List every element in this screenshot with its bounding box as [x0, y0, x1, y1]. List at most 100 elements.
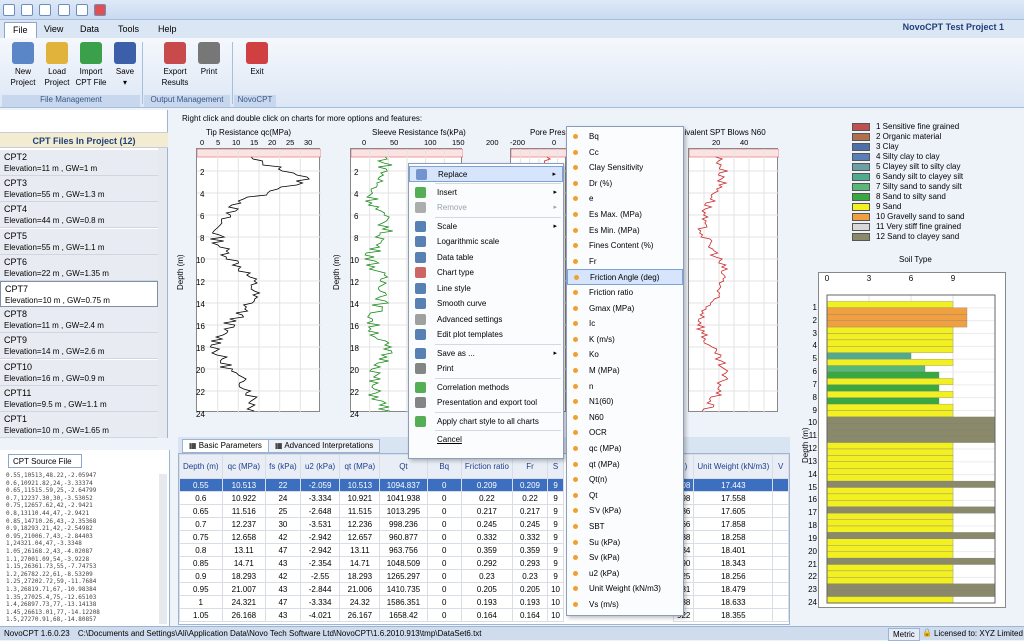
context-menu-item[interactable]: Cancel — [409, 432, 563, 448]
quick-help-icon[interactable] — [75, 4, 88, 16]
tab-cpt-source-file[interactable]: CPT Source File — [8, 454, 82, 468]
context-menu-item[interactable]: Smooth curve — [409, 296, 563, 312]
column-header[interactable]: u2 (kPa) — [299, 454, 341, 479]
cpt-profile-plot[interactable] — [196, 148, 322, 413]
submenu-item[interactable]: Fines Content (%) — [567, 238, 683, 254]
tab-basic-parameters[interactable]: ▦ Basic Parameters — [182, 439, 269, 453]
submenu-item[interactable]: e — [567, 191, 683, 207]
ribbon-button-export[interactable]: Export Results — [158, 42, 192, 88]
submenu-item[interactable]: N1(60) — [567, 394, 683, 410]
quick-exit-icon[interactable] — [94, 4, 107, 16]
context-menu-item[interactable]: Line style — [409, 281, 563, 297]
table-row[interactable]: 0.85 14.71 43 -2.354 14.71 1048.509 0 0.292 0.29… — [179, 556, 789, 570]
table-row[interactable]: 1.05 26.168 43 -4.021 26.167 1658.42 0 0.164 0.1… — [179, 608, 789, 622]
submenu-item[interactable]: Friction ratio — [567, 285, 683, 301]
table-row[interactable]: 0.75 12.658 42 -2.942 12.657 960.877 0 0.332 0.3… — [179, 530, 789, 544]
submenu-item[interactable]: Vs (m/s) — [567, 597, 683, 613]
column-header[interactable]: qt (MPa) — [339, 454, 381, 479]
table-row[interactable]: 0.95 21.007 43 -2.844 21.006 1410.735 0 0.205 0.… — [179, 582, 789, 596]
submenu-item[interactable]: Friction Angle (deg) — [567, 269, 683, 285]
cpt-list-item[interactable]: CPT7 Elevation=10 m , GW=0.75 m — [0, 281, 158, 307]
cpt-list-item[interactable]: CPT11 Elevation=9.5 m , GW=1.1 m — [0, 385, 158, 412]
submenu-item[interactable]: Dr (%) — [567, 176, 683, 192]
cpt-list-item[interactable]: CPT6 Elevation=22 m , GW=1.35 m — [0, 254, 158, 281]
context-menu-item[interactable]: Data table — [409, 250, 563, 266]
menu-help[interactable]: Help — [150, 22, 185, 38]
quick-new-icon[interactable] — [21, 4, 34, 16]
submenu-item[interactable]: Unit Weight (kN/m3) — [567, 581, 683, 597]
context-menu-item[interactable]: Insert ▸ — [409, 185, 563, 201]
table-row[interactable]: 0.8 13.11 47 -2.942 13.11 963.756 0 0.359 0.359 9… — [179, 543, 789, 557]
context-menu-item[interactable]: Replace ▸ — [409, 166, 563, 182]
submenu-item[interactable]: Qt(n) — [567, 472, 683, 488]
table-row[interactable]: 0.65 11.516 25 -2.648 11.515 1013.295 0 0.217 0.… — [179, 504, 789, 518]
submenu-item[interactable]: S'v (kPa) — [567, 503, 683, 519]
tab-advanced-interpretations[interactable]: ▦ Advanced Interpretations — [268, 439, 381, 453]
soil-type-chart[interactable]: 0369 Soil Type 1 2 3 4 5 6 7 8 9 10 11 12 13 14 15 16 17 1… — [801, 255, 1006, 608]
menu-data[interactable]: Data — [72, 22, 107, 38]
table-row[interactable]: 0.55 10.513 22 -2.059 10.513 1094.837 0 0.209 0.… — [179, 478, 789, 492]
ribbon-button-print[interactable]: Print — [192, 42, 226, 77]
context-menu-item[interactable]: Save as ... ▸ — [409, 346, 563, 362]
column-header[interactable]: V — [772, 454, 789, 479]
submenu-item[interactable]: Qt — [567, 488, 683, 504]
cpt-list-item[interactable]: CPT2 Elevation=11 m , GW=1 m — [0, 150, 158, 176]
submenu-item[interactable]: u2 (kPa) — [567, 566, 683, 582]
ribbon-button-import[interactable]: Import CPT File — [74, 42, 108, 88]
quick-save-icon[interactable] — [39, 4, 52, 16]
cpt-list-item[interactable]: CPT3 Elevation=55 m , GW=1.3 m — [0, 176, 158, 203]
cpt-list-scrollbar[interactable] — [158, 148, 167, 438]
cpt-list-item[interactable]: CPT5 Elevation=55 m , GW=1.1 m — [0, 228, 158, 255]
submenu-item[interactable]: Es Max. (MPa) — [567, 207, 683, 223]
menu-file[interactable]: File — [4, 22, 37, 38]
submenu-item[interactable]: n — [567, 379, 683, 395]
quick-print-icon[interactable] — [57, 4, 70, 16]
cpt-list-item[interactable]: CPT4 Elevation=44 m , GW=0.8 m — [0, 202, 158, 229]
cpt-list-item[interactable]: CPT8 Elevation=11 m , GW=2.4 m — [0, 307, 158, 334]
status-units[interactable]: Metric — [888, 628, 920, 641]
column-header[interactable]: qc (MPa) — [221, 454, 267, 479]
context-menu-item[interactable]: Edit plot templates — [409, 327, 563, 343]
submenu-item[interactable]: Fr — [567, 254, 683, 270]
submenu-item[interactable]: Clay Sensitivity — [567, 160, 683, 176]
menu-view[interactable]: View — [36, 22, 71, 38]
column-header[interactable]: Depth (m) — [179, 454, 223, 479]
table-row[interactable]: 0.9 18.293 42 -2.55 18.293 1265.297 0 0.23 0.23 9… — [179, 569, 789, 583]
column-header[interactable]: Unit Weight (kN/m3) — [693, 454, 774, 479]
submenu-item[interactable]: M (MPa) — [567, 363, 683, 379]
cpt-profile-plot[interactable] — [688, 148, 780, 413]
ribbon-button-save[interactable]: Save ▾ — [108, 42, 142, 88]
submenu-item[interactable]: Cc — [567, 145, 683, 161]
submenu-item[interactable]: Sv (kPa) — [567, 550, 683, 566]
submenu-item[interactable]: N60 — [567, 410, 683, 426]
submenu-item[interactable]: Ic — [567, 316, 683, 332]
table-row[interactable]: 1 24.321 47 -3.334 24.32 1586.351 0 0.193 0.193 1… — [179, 595, 789, 609]
column-header[interactable]: fs (kPa) — [265, 454, 301, 479]
cpt-list-item[interactable]: CPT10 Elevation=16 m , GW=0.9 m — [0, 359, 158, 386]
table-row[interactable]: 0.7 12.237 30 -3.531 12.236 998.236 0 0.245 0.24… — [179, 517, 789, 531]
context-menu-item[interactable]: Print — [409, 361, 563, 377]
submenu-item[interactable]: Su (kPa) — [567, 535, 683, 551]
submenu-item[interactable]: OCR — [567, 425, 683, 441]
submenu-item[interactable]: qc (MPa) — [567, 441, 683, 457]
cpt-list-item[interactable]: CPT1 Elevation=10 m , GW=1.65 m — [0, 412, 158, 438]
context-menu-item[interactable]: Advanced settings — [409, 312, 563, 328]
ribbon-button-load[interactable]: Load Project — [40, 42, 74, 88]
cpt-list-item[interactable]: CPT9 Elevation=14 m , GW=2.6 m — [0, 333, 158, 360]
menu-tools[interactable]: Tools — [110, 22, 147, 38]
context-menu-item[interactable]: Correlation methods — [409, 380, 563, 396]
submenu-item[interactable]: Es Min. (MPa) — [567, 223, 683, 239]
submenu-item[interactable]: qt (MPa) — [567, 457, 683, 473]
context-menu-item[interactable]: Scale ▸ — [409, 219, 563, 235]
context-menu-item[interactable]: Chart type — [409, 265, 563, 281]
context-menu-item[interactable]: Apply chart style to all charts — [409, 414, 563, 430]
table-row[interactable]: 0.6 10.922 24 -3.334 10.921 1041.938 0 0.22 0.22… — [179, 491, 789, 505]
source-scrollbar[interactable] — [159, 474, 167, 624]
context-menu-item[interactable]: Presentation and export tool — [409, 395, 563, 411]
ribbon-button-exit[interactable]: Exit — [240, 42, 274, 77]
submenu-item[interactable]: Ko — [567, 347, 683, 363]
submenu-item[interactable]: SBT — [567, 519, 683, 535]
submenu-item[interactable]: Gmax (MPa) — [567, 301, 683, 317]
context-menu-item[interactable]: Logarithmic scale — [409, 234, 563, 250]
submenu-item[interactable]: K (m/s) — [567, 332, 683, 348]
